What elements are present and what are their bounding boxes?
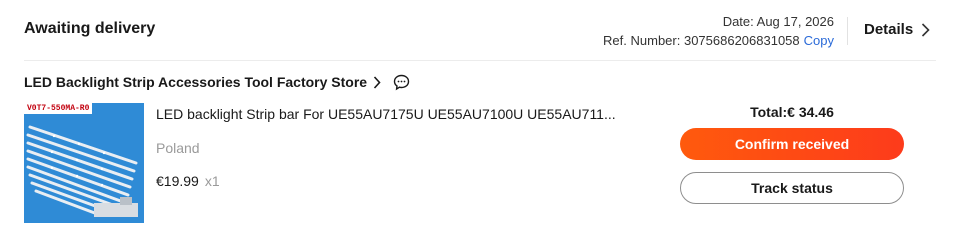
chevron-right-icon	[374, 75, 381, 89]
price-row: €19.99 x1	[156, 173, 220, 189]
store-link[interactable]: LED Backlight Strip Accessories Tool Fac…	[24, 72, 410, 92]
ship-from-country: Poland	[156, 140, 200, 156]
order-meta: Date: Aug 17, 2026 Ref. Number: 30756862…	[603, 12, 834, 50]
order-status-title: Awaiting delivery	[24, 20, 156, 37]
order-date: Date: Aug 17, 2026	[722, 14, 834, 29]
order-ref-row: Ref. Number: 3075686206831058 Copy	[603, 31, 834, 50]
chevron-right-icon	[922, 22, 930, 37]
chat-icon[interactable]	[393, 74, 410, 91]
details-link[interactable]: Details	[864, 21, 930, 38]
order-ref-number: Ref. Number: 3075686206831058	[603, 33, 800, 48]
item-quantity: x1	[204, 173, 220, 189]
track-status-button[interactable]: Track status	[680, 172, 904, 204]
item-price: €19.99	[156, 173, 199, 189]
details-label: Details	[864, 21, 914, 38]
section-divider	[24, 60, 936, 61]
header-divider	[847, 17, 848, 45]
image-tag: V0T7-550MA-R0	[24, 103, 93, 114]
order-total: Total:€ 34.46	[750, 104, 834, 120]
product-title[interactable]: LED backlight Strip bar For UE55AU7175U …	[156, 106, 616, 122]
backlight-strips-image	[24, 103, 144, 223]
product-image[interactable]: V0T7-550MA-R0	[24, 103, 144, 223]
store-name: LED Backlight Strip Accessories Tool Fac…	[24, 74, 368, 90]
confirm-received-button[interactable]: Confirm received	[680, 128, 904, 160]
copy-ref-link[interactable]: Copy	[804, 33, 834, 48]
